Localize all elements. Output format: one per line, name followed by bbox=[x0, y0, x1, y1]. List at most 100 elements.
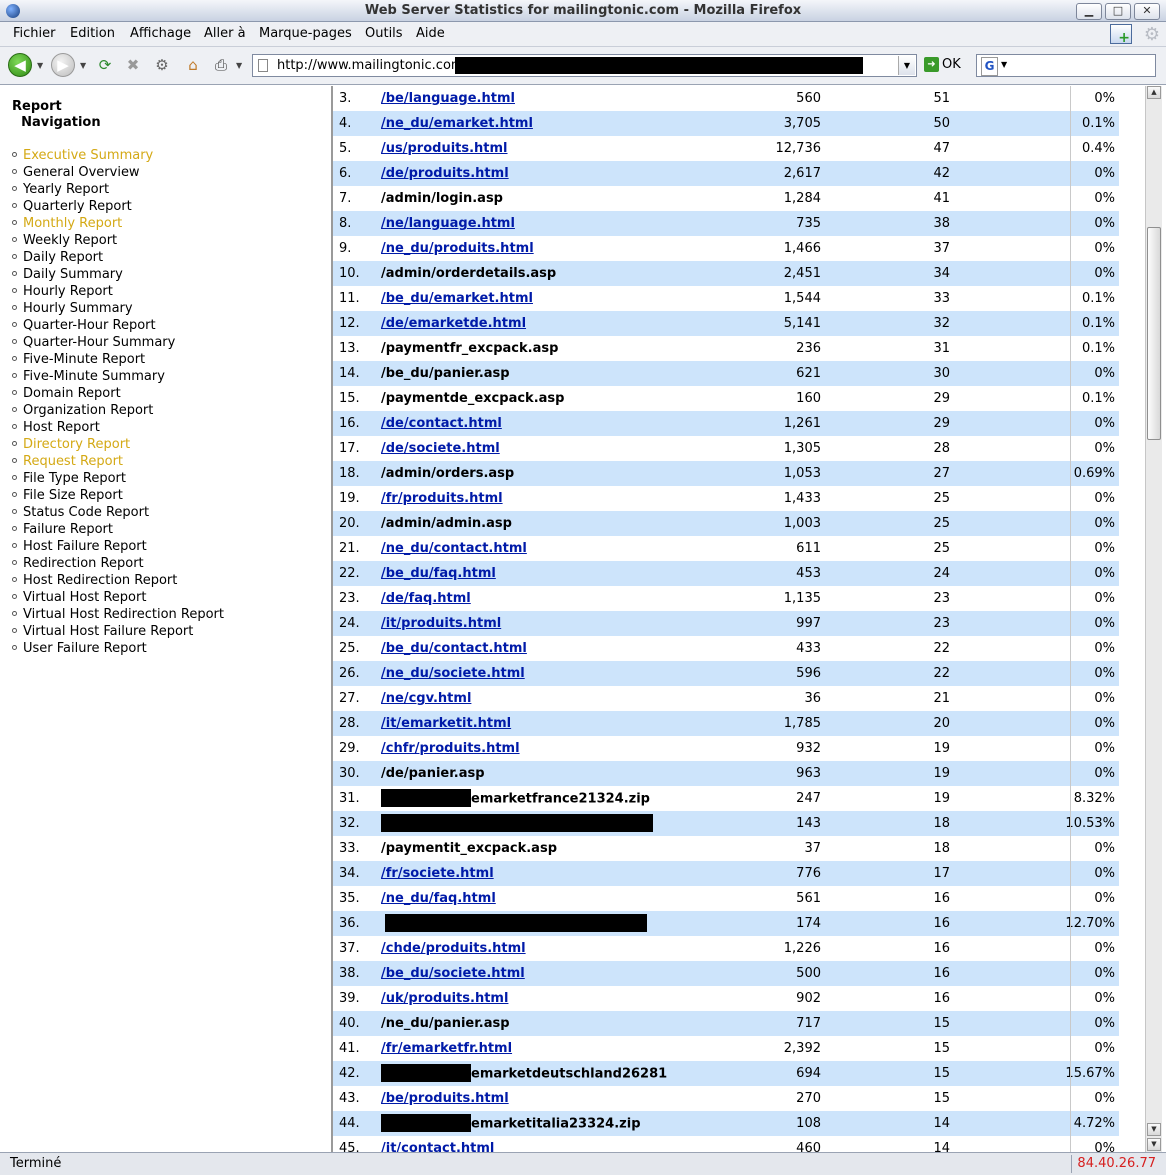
menu-marque-pages[interactable]: Marque-pages bbox=[259, 26, 352, 41]
request-link[interactable]: /ne_du/produits.html bbox=[381, 241, 534, 256]
go-button[interactable]: ➜ OK bbox=[924, 57, 961, 72]
maximize-button[interactable]: □ bbox=[1105, 3, 1131, 20]
menu-aller[interactable]: Aller à bbox=[204, 26, 246, 41]
percent-cell: 0% bbox=[1094, 1141, 1115, 1152]
request-link[interactable]: /ne_du/societe.html bbox=[381, 666, 525, 681]
nav-item[interactable]: Quarterly Report bbox=[12, 198, 224, 215]
scroll-down-arrow[interactable]: ▼ bbox=[1147, 1138, 1161, 1151]
menu-outils[interactable]: Outils bbox=[365, 26, 403, 41]
request-link[interactable]: /be_du/contact.html bbox=[381, 641, 527, 656]
request-link[interactable]: /chfr/produits.html bbox=[381, 741, 520, 756]
nav-item[interactable]: Virtual Host Failure Report bbox=[12, 623, 224, 640]
request-link[interactable]: /de/faq.html bbox=[381, 591, 471, 606]
table-row: 39. /uk/produits.html 902 16 0% bbox=[333, 986, 1119, 1011]
request-link[interactable]: /fr/produits.html bbox=[381, 491, 503, 506]
percent-cell: 0% bbox=[1094, 541, 1115, 556]
request-link[interactable]: /it/emarketit.html bbox=[381, 716, 511, 731]
forward-dropdown-icon[interactable]: ▼ bbox=[80, 61, 86, 70]
nav-item[interactable]: General Overview bbox=[12, 164, 224, 181]
window-controls: ▁ □ ✕ bbox=[1076, 3, 1160, 20]
nav-item[interactable]: Host Failure Report bbox=[12, 538, 224, 555]
nav-item[interactable]: Five-Minute Report bbox=[12, 351, 224, 368]
nav-item[interactable]: Daily Summary bbox=[12, 266, 224, 283]
request-link[interactable]: /ne_du/contact.html bbox=[381, 541, 527, 556]
request-link[interactable]: /be_du/emarket.html bbox=[381, 291, 533, 306]
search-input[interactable]: G ▼ bbox=[976, 54, 1156, 77]
nav-item[interactable]: Weekly Report bbox=[12, 232, 224, 249]
nav-item[interactable]: Five-Minute Summary bbox=[12, 368, 224, 385]
back-button[interactable]: ◀ bbox=[8, 53, 32, 77]
request-link[interactable]: /ne_du/faq.html bbox=[381, 891, 496, 906]
nav-item[interactable]: Quarter-Hour Summary bbox=[12, 334, 224, 351]
nav-item[interactable]: Failure Report bbox=[12, 521, 224, 538]
home-icon[interactable]: ⌂ bbox=[183, 55, 203, 75]
new-tab-icon[interactable] bbox=[1110, 24, 1132, 46]
row-number: 42. bbox=[333, 1061, 381, 1086]
nav-item[interactable]: User Failure Report bbox=[12, 640, 224, 657]
nav-item[interactable]: Hourly Report bbox=[12, 283, 224, 300]
menu-edition[interactable]: Edition bbox=[70, 26, 115, 41]
menu-fichier[interactable]: Fichier bbox=[13, 26, 56, 41]
table-row: 26./ne_du/societe.html 596 22 0% bbox=[333, 661, 1119, 686]
back-dropdown-icon[interactable]: ▼ bbox=[37, 61, 43, 70]
nav-item[interactable]: Hourly Summary bbox=[12, 300, 224, 317]
print-icon[interactable]: ⎙ bbox=[211, 55, 231, 75]
stop-icon[interactable]: ✖ bbox=[123, 55, 143, 75]
row-number: 23. bbox=[339, 591, 360, 606]
request-link[interactable]: /de/emarketde.html bbox=[381, 316, 526, 331]
nav-item[interactable]: Host Report bbox=[12, 419, 224, 436]
nav-item[interactable]: Daily Report bbox=[12, 249, 224, 266]
nav-item[interactable]: Quarter-Hour Report bbox=[12, 317, 224, 334]
nav-item[interactable]: Redirection Report bbox=[12, 555, 224, 572]
request-link[interactable]: /de/societe.html bbox=[381, 441, 500, 456]
nav-item[interactable]: Status Code Report bbox=[12, 504, 224, 521]
table-row: 20./admin/admin.asp 1,003 25 0% bbox=[333, 511, 1119, 536]
url-dropdown-icon[interactable]: ▼ bbox=[898, 56, 915, 75]
request-link[interactable]: /it/produits.html bbox=[381, 616, 501, 631]
forward-button[interactable]: ▶ bbox=[51, 53, 75, 77]
scroll-up-arrow[interactable]: ▲ bbox=[1147, 86, 1161, 99]
nav-item[interactable]: Virtual Host Redirection Report bbox=[12, 606, 224, 623]
request-link[interactable]: /uk/produits.html bbox=[381, 991, 508, 1006]
request-link[interactable]: /be_du/faq.html bbox=[381, 566, 496, 581]
request-link[interactable]: /be_du/societe.html bbox=[381, 966, 525, 981]
nav-item[interactable]: Host Redirection Report bbox=[12, 572, 224, 589]
nav-item[interactable]: Request Report bbox=[12, 453, 224, 470]
menu-aide[interactable]: Aide bbox=[416, 26, 445, 41]
request-link[interactable]: /fr/societe.html bbox=[381, 866, 494, 881]
close-button[interactable]: ✕ bbox=[1134, 3, 1160, 20]
nav-item[interactable]: Directory Report bbox=[12, 436, 224, 453]
menu-affichage[interactable]: Affichage bbox=[130, 26, 191, 41]
nav-item[interactable]: Executive Summary bbox=[12, 147, 224, 164]
request-link[interactable]: /chde/produits.html bbox=[381, 941, 526, 956]
nav-item[interactable]: Monthly Report bbox=[12, 215, 224, 232]
request-link[interactable]: /be/produits.html bbox=[381, 1091, 509, 1106]
scroll-down-arrow-upper[interactable]: ▼ bbox=[1147, 1123, 1161, 1136]
request-link[interactable]: /de/contact.html bbox=[381, 416, 502, 431]
nav-item[interactable]: File Size Report bbox=[12, 487, 224, 504]
minimize-button[interactable]: ▁ bbox=[1076, 3, 1102, 20]
request-link[interactable]: /us/produits.html bbox=[381, 141, 508, 156]
request-link[interactable]: /be/language.html bbox=[381, 91, 515, 106]
nav-item[interactable]: Organization Report bbox=[12, 402, 224, 419]
request-link[interactable]: /fr/emarketfr.html bbox=[381, 1041, 512, 1056]
reload-icon[interactable]: ⟳ bbox=[95, 55, 115, 75]
search-engine-dropdown-icon[interactable]: ▼ bbox=[1001, 60, 1007, 69]
nav-item[interactable]: Virtual Host Report bbox=[12, 589, 224, 606]
request-link[interactable]: /ne/cgv.html bbox=[381, 691, 471, 706]
nav-item[interactable]: Yearly Report bbox=[12, 181, 224, 198]
request-link[interactable]: /ne/language.html bbox=[381, 216, 515, 231]
request-link[interactable]: /it/contact.html bbox=[381, 1141, 494, 1152]
print-dropdown-icon[interactable]: ▼ bbox=[236, 61, 242, 70]
vertical-scrollbar[interactable]: ▲ ▼ ▼ bbox=[1145, 86, 1162, 1152]
percent-cell: 10.53% bbox=[950, 811, 1119, 836]
request-link[interactable]: /ne_du/emarket.html bbox=[381, 116, 533, 131]
scroll-thumb[interactable] bbox=[1147, 227, 1161, 440]
nav-item-label: General Overview bbox=[23, 165, 140, 180]
request-link[interactable]: /de/produits.html bbox=[381, 166, 509, 181]
nav-item[interactable]: File Type Report bbox=[12, 470, 224, 487]
report-navigation-heading: Report Navigation bbox=[12, 99, 101, 131]
nav-item[interactable]: Domain Report bbox=[12, 385, 224, 402]
settings-gear-icon[interactable]: ⚙ bbox=[152, 55, 172, 75]
url-bar[interactable]: http://www.mailingtonic.com/ ▼ bbox=[252, 54, 917, 77]
